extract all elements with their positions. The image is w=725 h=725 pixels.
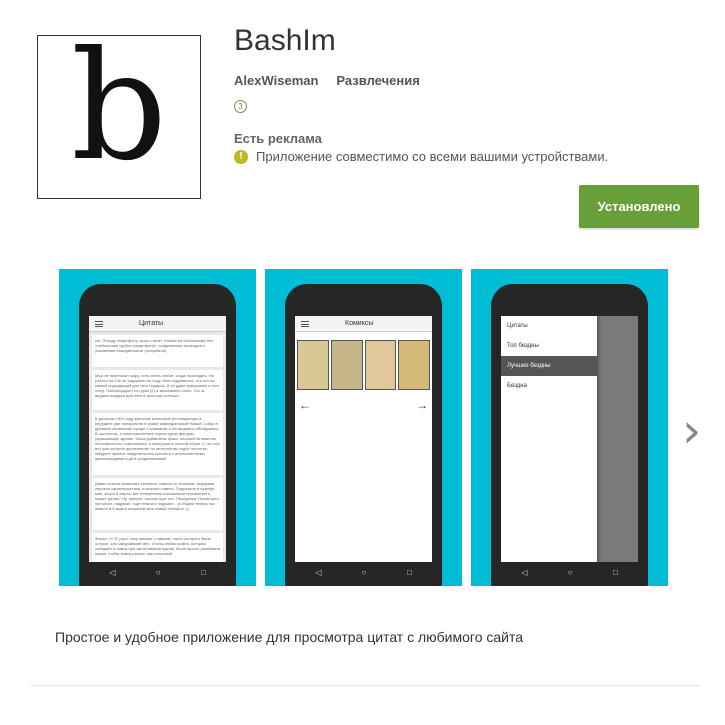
arrow-right-icon: → xyxy=(416,398,428,412)
menu-icon xyxy=(301,320,309,327)
back-icon: ◁ xyxy=(315,567,322,577)
compatibility-row: ! Приложение совместимо со всеми вашими … xyxy=(234,149,608,164)
drawer-item-best-abyss: Лучшее бездны xyxy=(501,356,597,376)
screen-title: Цитаты xyxy=(139,320,164,327)
content-rating-badge: 3 xyxy=(234,100,247,113)
info-icon: ! xyxy=(234,149,248,164)
category-link[interactable]: Развлечения xyxy=(336,73,419,88)
back-icon: ◁ xyxy=(109,567,116,577)
drawer-item-abyss: Бездна xyxy=(507,383,527,389)
android-nav-bar: ◁ ○ □ xyxy=(89,564,226,580)
quote-card: В далеком 1992 году военные испанские ре… xyxy=(92,413,223,475)
home-icon: ○ xyxy=(155,567,161,577)
navigation-drawer: Цитаты Топ бездны Лучшее бездны Бездна xyxy=(501,316,597,562)
divider xyxy=(30,685,700,686)
installed-button[interactable]: Установлено xyxy=(579,185,699,228)
home-icon: ○ xyxy=(567,567,573,577)
back-icon: ◁ xyxy=(521,567,528,577)
phone-frame: Комиксы ← → ◁ ○ □ xyxy=(285,284,442,586)
recent-apps-icon: □ xyxy=(406,567,412,577)
phone-frame: Цитаты Топ бездны Лучшее бездны Бездна ◁… xyxy=(491,284,648,586)
app-bar: Комиксы xyxy=(295,316,432,332)
app-title: BashIm xyxy=(234,24,336,57)
developer-link[interactable]: AlexWiseman xyxy=(234,73,318,88)
screenshot-comics[interactable]: Комиксы ← → ◁ ○ □ xyxy=(265,269,462,586)
ads-label: Есть реклама xyxy=(234,131,322,146)
android-nav-bar: ◁ ○ □ xyxy=(501,564,638,580)
phone-frame: Цитаты кот. Поезду смартфону скоро стане… xyxy=(79,284,236,586)
comic-navigation: ← → xyxy=(295,390,432,420)
menu-icon xyxy=(95,320,103,327)
comic-strip xyxy=(295,340,432,390)
screenshot-quotes[interactable]: Цитаты кот. Поезду смартфону скоро стане… xyxy=(59,269,256,586)
comic-panel xyxy=(398,340,430,390)
recent-apps-icon: □ xyxy=(200,567,206,577)
chevron-right-icon[interactable]: › xyxy=(682,407,708,455)
drawer-item-quotes: Цитаты xyxy=(507,323,528,329)
screenshot-drawer[interactable]: Цитаты Топ бездны Лучшее бездны Бездна ◁… xyxy=(471,269,668,586)
quote-card: Фокиа! «« Я, рука, хочу мелкие с замком,… xyxy=(92,533,223,562)
app-icon: b xyxy=(37,20,201,199)
home-icon: ○ xyxy=(361,567,367,577)
quote-card: Девиз хотели позвонить телефон, искали п… xyxy=(92,478,223,530)
phone-screen: Комиксы ← → xyxy=(295,316,432,562)
comic-panel xyxy=(297,340,329,390)
app-meta: AlexWiseman Развлечения xyxy=(234,73,420,88)
quote-card: кот. Поезду смартфону скоро станет тоска… xyxy=(92,335,223,367)
recent-apps-icon: □ xyxy=(612,567,618,577)
app-icon-letter: b xyxy=(70,20,168,194)
comic-panel xyxy=(330,340,363,390)
screen-title: Комиксы xyxy=(345,320,374,327)
phone-screen: Цитаты кот. Поезду смартфону скоро стане… xyxy=(89,316,226,562)
comic-panel xyxy=(364,340,397,390)
arrow-left-icon: ← xyxy=(299,398,311,412)
quote-card: Муж не переносит жару, хоть очень любит,… xyxy=(92,370,223,410)
phone-screen: Цитаты Топ бездны Лучшее бездны Бездна xyxy=(501,316,638,562)
drawer-item-top-abyss: Топ бездны xyxy=(507,343,539,349)
app-bar: Цитаты xyxy=(89,316,226,332)
android-nav-bar: ◁ ○ □ xyxy=(295,564,432,580)
compatibility-text: Приложение совместимо со всеми вашими ус… xyxy=(256,149,609,164)
app-description: Простое и удобное приложение для просмот… xyxy=(55,629,524,645)
